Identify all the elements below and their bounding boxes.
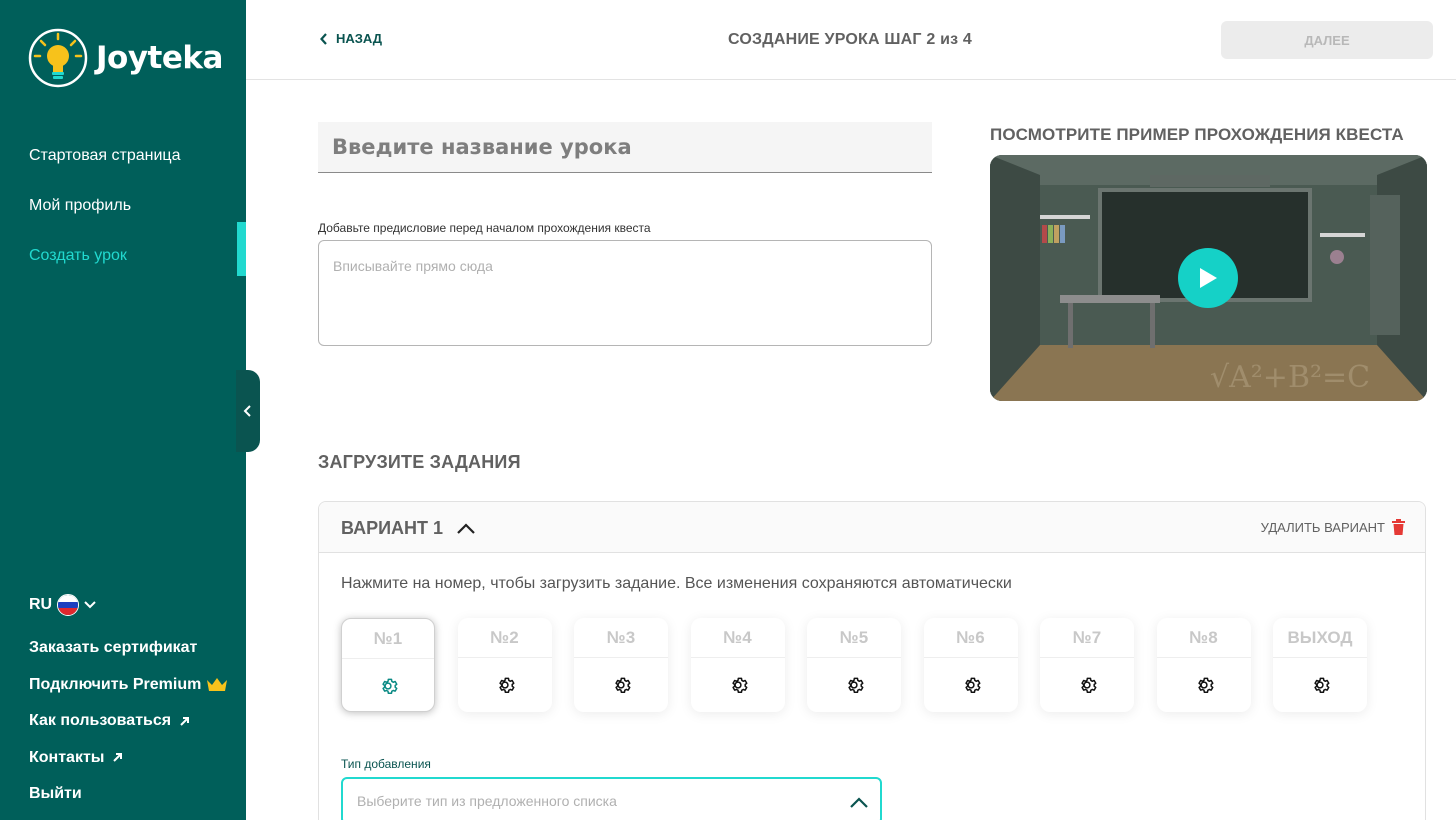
chevron-down-icon <box>84 601 96 609</box>
main-nav: Стартовая страница Мой профиль Создать у… <box>0 136 246 286</box>
task-slot-number: №8 <box>1156 618 1251 658</box>
order-certificate-link[interactable]: Заказать сертификат <box>29 630 228 667</box>
task-slot-number: №5 <box>807 618 901 658</box>
next-button[interactable]: ДАЛЕЕ <box>1221 21 1433 59</box>
variant-card: ВАРИАНТ 1 УДАЛИТЬ ВАРИАНТ Нажмите на ном… <box>318 501 1426 820</box>
external-arrow-icon <box>180 716 190 726</box>
external-arrow-icon <box>113 753 123 762</box>
lesson-name-input[interactable]: Введите название урока <box>318 122 932 173</box>
sidebar-item-home[interactable]: Стартовая страница <box>0 136 246 186</box>
gear-icon <box>382 678 398 694</box>
top-header: НАЗАД СОЗДАНИЕ УРОКА ШАГ 2 из 4 ДАЛЕЕ <box>246 0 1456 80</box>
variant-header: ВАРИАНТ 1 УДАЛИТЬ ВАРИАНТ <box>319 502 1425 553</box>
gear-icon <box>964 677 980 693</box>
add-type-label: Тип добавления <box>341 757 431 771</box>
lightbulb-logo-icon <box>28 28 88 88</box>
play-icon <box>1200 268 1217 288</box>
gear-icon <box>1197 677 1213 693</box>
chevron-left-icon <box>243 405 251 417</box>
example-video[interactable]: √A²+B²=C <box>990 155 1427 401</box>
sidebar-item-create-lesson[interactable]: Создать урок <box>0 222 246 286</box>
gear-icon <box>731 677 747 693</box>
variant-toggle[interactable]: ВАРИАНТ 1 <box>341 518 475 539</box>
task-slot-8[interactable]: №8 <box>1156 618 1251 712</box>
task-slot-5[interactable]: №5 <box>807 618 901 712</box>
task-slot-7[interactable]: №7 <box>1040 618 1134 712</box>
logo[interactable]: Joyteka <box>28 28 223 88</box>
crown-icon <box>207 678 228 692</box>
upload-hint: Нажмите на номер, чтобы загрузить задани… <box>341 575 1012 592</box>
task-slot-number: №7 <box>1040 618 1134 658</box>
video-title: ПОСМОТРИТЕ ПРИМЕР ПРОХОЖДЕНИЯ КВЕСТА <box>990 125 1404 144</box>
logout-link[interactable]: Выйти <box>29 776 228 813</box>
gear-icon <box>1314 677 1330 693</box>
variant-name: ВАРИАНТ 1 <box>341 518 444 538</box>
task-slot-exit[interactable]: ВЫХОД <box>1273 618 1367 712</box>
gear-icon <box>1081 677 1097 693</box>
task-slot-number: №2 <box>457 618 552 658</box>
language-selector[interactable]: RU <box>29 592 228 618</box>
preface-textarea[interactable]: Вписывайте прямо сюда <box>318 240 932 346</box>
task-slot-number: ВЫХОД <box>1273 618 1367 658</box>
trash-icon <box>1392 519 1405 535</box>
tasks-section-title: ЗАГРУЗИТЕ ЗАДАНИЯ <box>318 452 521 472</box>
brand-name: Joyteka <box>96 40 223 76</box>
task-slots: №1 №2 №3 №4 №5 №6 №7 №8 ВЫХОД <box>341 618 1390 712</box>
task-slot-number: №4 <box>690 618 785 658</box>
how-to-use-label: Как пользоваться <box>29 712 172 730</box>
delete-variant-label: УДАЛИТЬ ВАРИАНТ <box>1260 519 1385 535</box>
logout-label: Выйти <box>29 785 82 803</box>
add-type-select[interactable]: Выберите тип из предложенного списка <box>341 777 882 820</box>
sidebar-bottom: RU Заказать сертификат Подключить Premiu… <box>29 592 228 813</box>
premium-label: Подключить Premium <box>29 675 202 693</box>
sidebar-item-profile[interactable]: Мой профиль <box>0 186 246 236</box>
gear-icon <box>848 677 864 693</box>
chevron-up-icon <box>850 797 868 808</box>
preface-label: Добавьте предисловие перед началом прохо… <box>318 221 651 235</box>
task-slot-6[interactable]: №6 <box>923 618 1018 712</box>
task-slot-number: №6 <box>923 618 1018 658</box>
task-slot-4[interactable]: №4 <box>690 618 785 712</box>
gear-icon <box>498 677 514 693</box>
language-code: RU <box>29 596 53 613</box>
how-to-use-link[interactable]: Как пользоваться <box>29 703 228 740</box>
russia-flag-icon <box>57 594 80 616</box>
board-formula: √A²+B²=C <box>1210 360 1370 395</box>
task-slot-number: №3 <box>574 618 668 658</box>
chevron-up-icon <box>457 523 475 534</box>
play-button[interactable] <box>1178 248 1238 308</box>
sidebar-collapse-toggle[interactable] <box>236 370 260 452</box>
order-certificate-label: Заказать сертификат <box>29 639 198 657</box>
gear-icon <box>615 677 631 693</box>
premium-link[interactable]: Подключить Premium <box>29 667 228 704</box>
add-type-placeholder: Выберите тип из предложенного списка <box>357 793 617 809</box>
task-slot-3[interactable]: №3 <box>574 618 668 712</box>
delete-variant-button[interactable]: УДАЛИТЬ ВАРИАНТ <box>1261 519 1405 535</box>
sidebar: Joyteka Стартовая страница Мой профиль С… <box>0 0 246 820</box>
contacts-label: Контакты <box>29 748 105 766</box>
contacts-link[interactable]: Контакты <box>29 740 228 777</box>
task-slot-2[interactable]: №2 <box>457 618 552 712</box>
task-slot-1[interactable]: №1 <box>341 618 435 712</box>
task-slot-number: №1 <box>342 619 434 659</box>
